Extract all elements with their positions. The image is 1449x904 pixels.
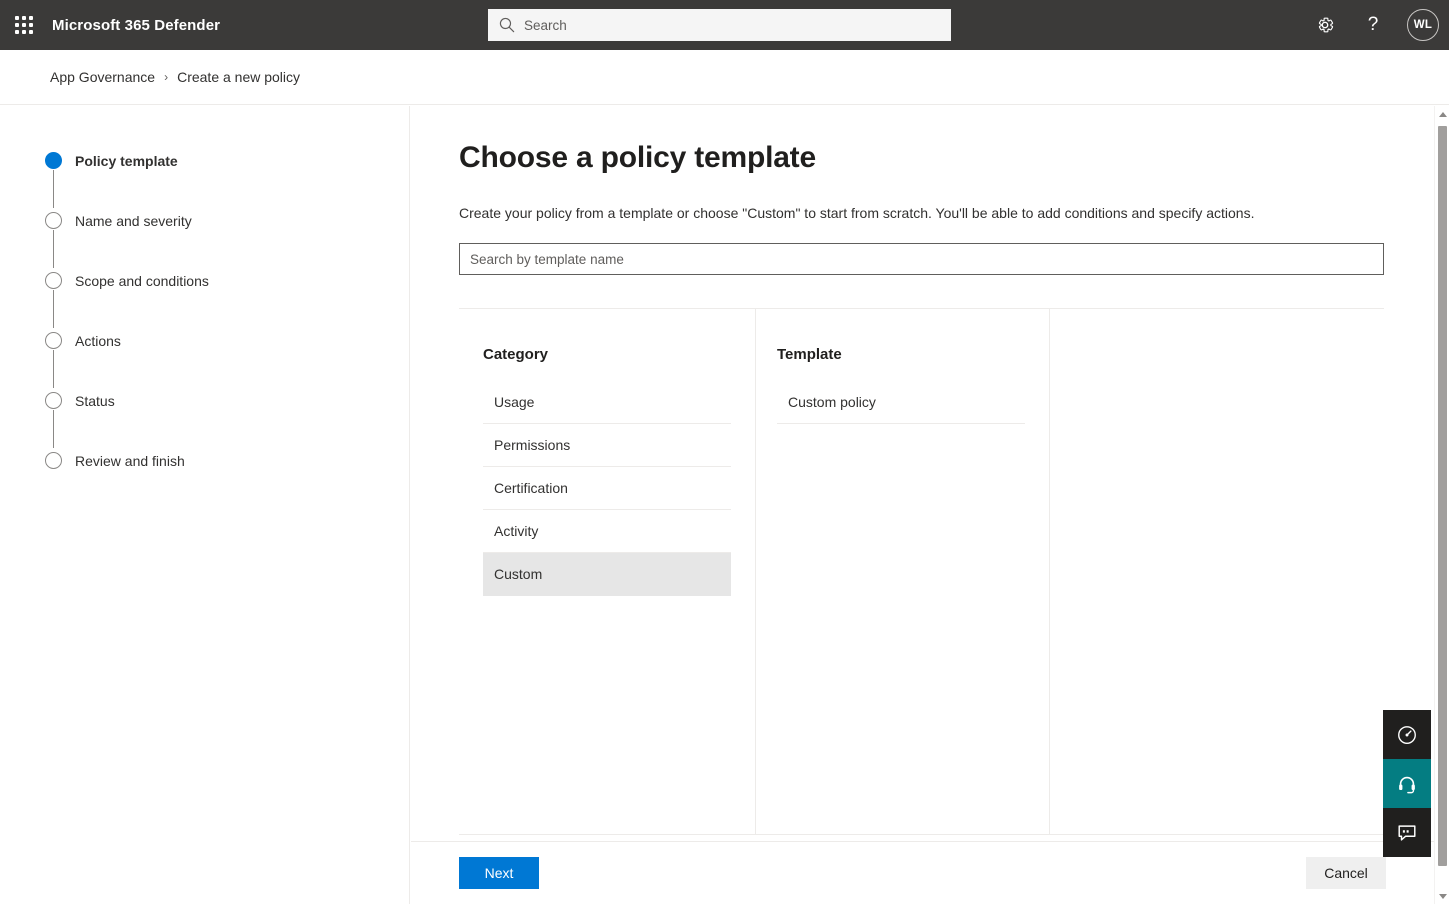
wizard-step-status[interactable]: Status <box>0 388 409 448</box>
template-search-placeholder: Search by template name <box>470 251 624 267</box>
step-connector <box>53 290 54 328</box>
step-connector <box>53 230 54 268</box>
wizard-step-label: Review and finish <box>75 453 185 469</box>
help-button[interactable]: ? <box>1349 0 1397 50</box>
step-dot-icon <box>45 392 62 409</box>
category-item-permissions[interactable]: Permissions <box>483 424 731 467</box>
gauge-icon <box>1398 725 1416 744</box>
help-icon: ? <box>1367 14 1379 35</box>
step-connector <box>53 350 54 388</box>
wizard-step-label: Name and severity <box>75 213 192 229</box>
template-search-input[interactable]: Search by template name <box>459 243 1384 275</box>
step-dot-icon <box>45 452 62 469</box>
suite-header-bar: Microsoft 365 Defender Search ? WL <box>0 0 1449 50</box>
category-item-label: Permissions <box>494 437 571 453</box>
page-scrollbar[interactable] <box>1434 106 1449 904</box>
wizard-step-label: Status <box>75 393 115 409</box>
support-widget-button[interactable] <box>1383 759 1431 808</box>
scroll-down-button[interactable] <box>1435 888 1449 904</box>
headset-icon <box>1399 776 1415 793</box>
app-launcher-button[interactable] <box>0 0 48 50</box>
category-item-usage[interactable]: Usage <box>483 381 731 424</box>
category-item-label: Usage <box>494 394 535 410</box>
waffle-icon <box>15 16 33 34</box>
scroll-up-button[interactable] <box>1435 106 1449 122</box>
breadcrumb-current: Create a new policy <box>177 69 301 85</box>
category-item-label: Activity <box>494 523 539 539</box>
wizard-step-label: Actions <box>75 333 121 349</box>
settings-button[interactable] <box>1301 0 1349 50</box>
template-item-custom-policy[interactable]: Custom policy <box>777 381 1025 424</box>
cancel-button[interactable]: Cancel <box>1306 857 1386 889</box>
wizard-step-label: Scope and conditions <box>75 273 209 289</box>
suite-actions: ? WL <box>1301 0 1449 50</box>
step-dot-icon <box>45 272 62 289</box>
wizard-step-actions[interactable]: Actions <box>0 328 409 388</box>
feedback-widget-button[interactable] <box>1383 808 1431 857</box>
step-dot-icon <box>45 212 62 229</box>
template-detail-column <box>1050 309 1383 835</box>
avatar: WL <box>1407 9 1439 41</box>
next-button[interactable]: Next <box>459 857 539 889</box>
step-connector <box>53 410 54 448</box>
chevron-right-icon: › <box>164 70 169 84</box>
search-icon <box>499 17 515 33</box>
category-item-label: Custom <box>494 566 543 582</box>
breadcrumb: App Governance › Create a new policy <box>0 50 1449 105</box>
global-search-input[interactable]: Search <box>488 9 951 41</box>
account-manager-button[interactable]: WL <box>1397 0 1449 50</box>
step-connector <box>53 170 54 208</box>
wizard-steps-rail: Policy template Name and severity Scope … <box>0 106 410 904</box>
gear-icon <box>1318 17 1334 33</box>
category-item-label: Certification <box>494 480 568 496</box>
suite-title: Microsoft 365 Defender <box>52 16 221 34</box>
page-description: Create your policy from a template or ch… <box>459 205 1255 221</box>
category-item-custom[interactable]: Custom <box>483 553 731 596</box>
page-title: Choose a policy template <box>459 141 816 174</box>
wizard-step-review-and-finish[interactable]: Review and finish <box>0 448 409 474</box>
wizard-step-policy-template[interactable]: Policy template <box>0 148 409 208</box>
wizard-step-name-and-severity[interactable]: Name and severity <box>0 208 409 268</box>
chevron-up-icon <box>1438 111 1447 117</box>
category-column: Category Usage Permissions Certification… <box>459 309 756 835</box>
template-heading: Template <box>777 346 842 363</box>
wizard-step-scope-and-conditions[interactable]: Scope and conditions <box>0 268 409 328</box>
template-picker: Category Usage Permissions Certification… <box>459 308 1384 835</box>
category-heading: Category <box>483 346 549 363</box>
chevron-down-icon <box>1438 893 1447 899</box>
floating-widget-stack <box>1383 710 1431 857</box>
category-item-certification[interactable]: Certification <box>483 467 731 510</box>
wizard-footer: Next Cancel <box>411 841 1434 904</box>
step-dot-icon <box>45 152 62 169</box>
step-dot-icon <box>45 332 62 349</box>
wizard-step-label: Policy template <box>75 153 178 169</box>
template-column: Template Custom policy <box>756 309 1050 835</box>
chat-bubble-icon <box>1398 824 1416 841</box>
scrollbar-thumb[interactable] <box>1438 126 1447 866</box>
dashboard-widget-button[interactable] <box>1383 710 1431 759</box>
category-item-activity[interactable]: Activity <box>483 510 731 553</box>
main-content: Choose a policy template Create your pol… <box>411 106 1434 904</box>
template-item-label: Custom policy <box>788 394 876 410</box>
breadcrumb-link-app-governance[interactable]: App Governance <box>50 69 155 85</box>
global-search-placeholder: Search <box>524 17 567 33</box>
